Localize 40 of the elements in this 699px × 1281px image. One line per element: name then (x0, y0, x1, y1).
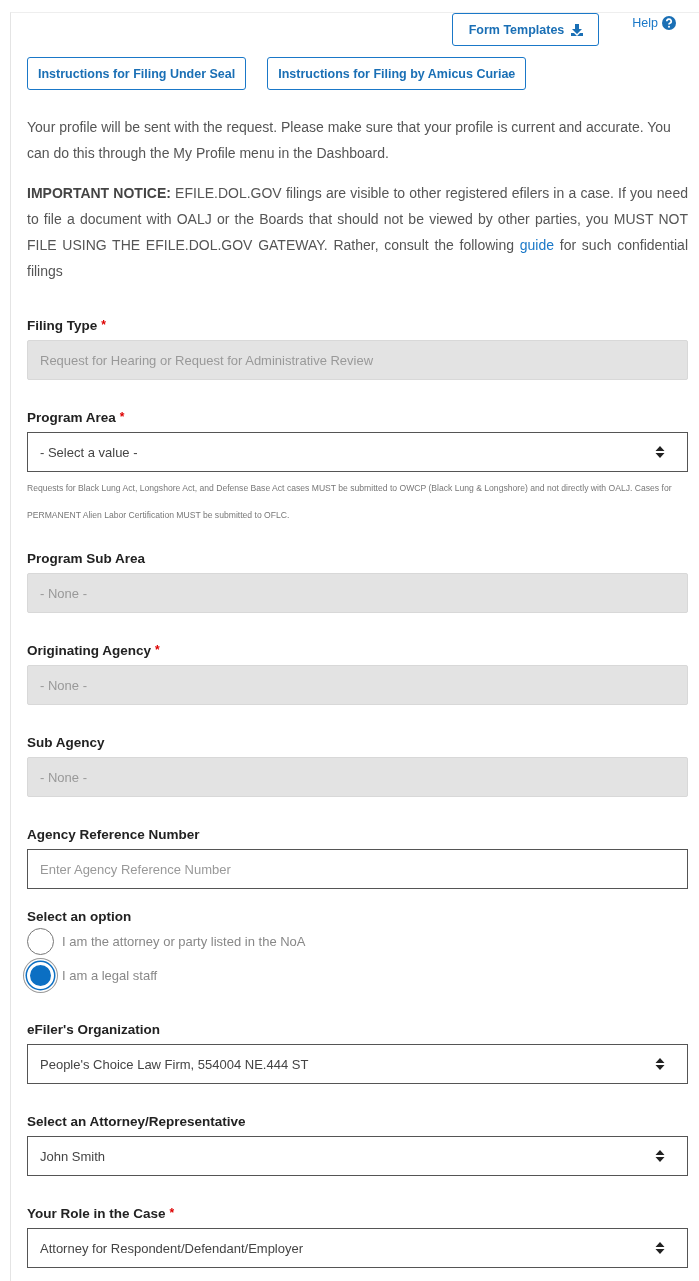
download-icon (570, 22, 585, 37)
field-label: Filing Type (27, 318, 98, 333)
field-label: Your Role in the Case (27, 1206, 166, 1221)
select-arrows-icon (655, 445, 665, 459)
profile-note: Your profile will be sent with the request. Please make sure that your profile is current and accurate. You can do this through the My Profile menu in the Dashboard. (27, 118, 672, 163)
field-label: Program Sub Area (27, 551, 146, 566)
select-dropdown[interactable]: - Select a value - (27, 432, 688, 472)
required-asterisk: * (119, 410, 125, 424)
disabled-field: Request for Hearing or Request for Administrative Review (27, 340, 688, 380)
disabled-field: - None - (27, 573, 688, 613)
required-asterisk: * (101, 318, 106, 332)
guide-link[interactable]: guide (519, 237, 555, 253)
instructions-button[interactable]: Instructions for Filing by Amicus Curiae (267, 57, 527, 90)
form-templates-button[interactable]: Form Templates (451, 13, 600, 46)
field-label: Program Area (27, 410, 116, 425)
field-label: Select an Attorney/Representative (27, 1114, 246, 1129)
select-dropdown[interactable]: People's Choice Law Firm, 554004 NE.444 ST (27, 1044, 688, 1084)
field-label: eFiler's Organization (27, 1022, 160, 1037)
disabled-field: - None - (27, 757, 688, 797)
radio-label: I am the attorney or party listed in the NoA (62, 933, 306, 949)
help-link[interactable]: Help (632, 16, 676, 30)
required-asterisk: * (169, 1206, 175, 1220)
instructions-button[interactable]: Instructions for Filing Under Seal (27, 57, 247, 90)
select-arrows-icon (655, 1057, 665, 1071)
radio-button[interactable] (27, 927, 54, 955)
select-dropdown[interactable]: John Smith (27, 1136, 688, 1176)
help-text: Requests for Black Lung Act, Longshore Act, and Defense Base Act cases MUST be submitted to OWCP (Black Lung & Longshore) and not directly with OALJ. Cases for PERMANENT Alien Labor Certification MUST be submitted to OFLC. (27, 482, 673, 522)
select-dropdown[interactable]: Attorney for Respondent/Defendant/Employer (27, 1228, 688, 1268)
radio-label: I am a legal staff (62, 967, 158, 983)
field-label: Originating Agency (27, 643, 151, 658)
field-label: Sub Agency (27, 735, 105, 750)
disabled-field: - None - (27, 665, 688, 705)
help-icon (662, 16, 676, 30)
select-arrows-icon (655, 1241, 665, 1255)
input-field[interactable]: Enter Agency Reference Number (27, 849, 688, 889)
field-label: Agency Reference Number (27, 827, 200, 842)
notice-text: IMPORTANT NOTICE: EFILE.DOL.GOV filings are visible to other registered efilers in a case. If you need to file a document with OALJ or the Boards that should not be viewed by other parties, you MUST NOT FILE USING THE EFILE.DOL.GOV GATEWAY. Rather, consult the following guide for such confidential filings (27, 184, 688, 281)
select-arrows-icon (655, 1149, 665, 1163)
required-asterisk: * (155, 643, 160, 657)
field-label: Select an option (27, 909, 132, 924)
